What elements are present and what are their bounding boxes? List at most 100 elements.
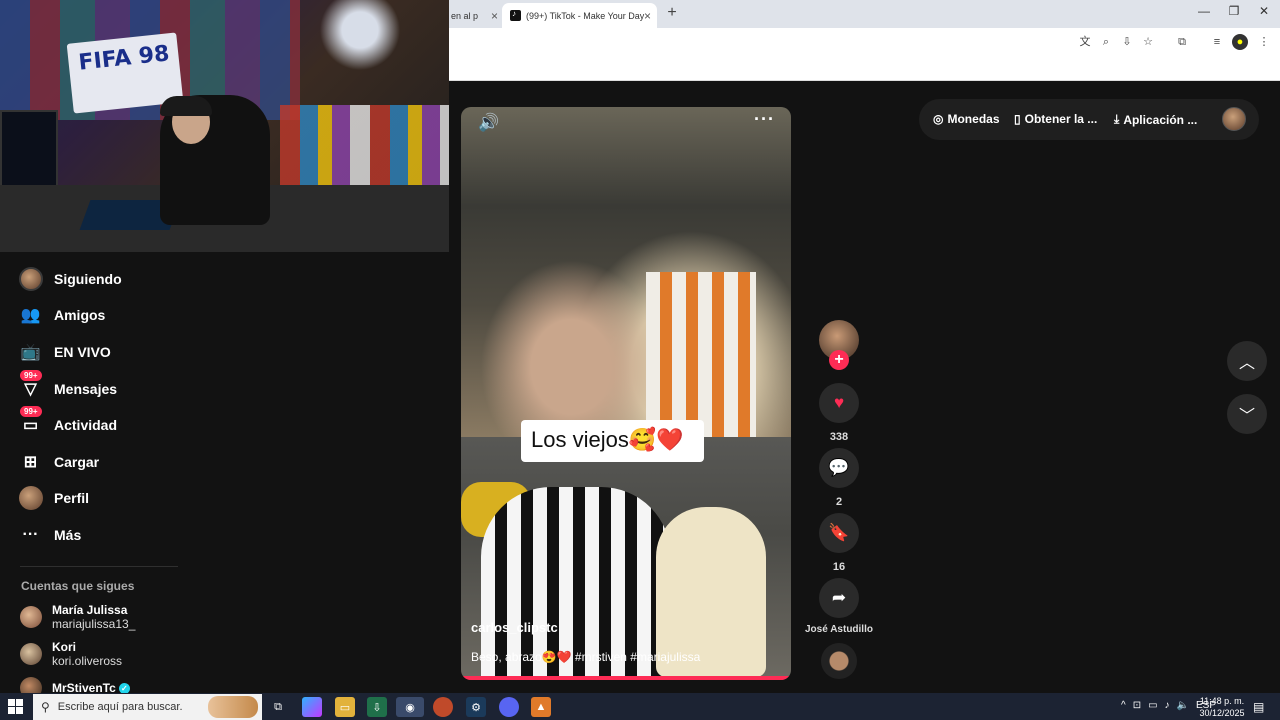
heart-icon[interactable]: ♥ bbox=[819, 383, 859, 423]
live-icon: 📺 bbox=[20, 344, 41, 361]
music-disc[interactable] bbox=[821, 643, 857, 679]
volume-icon[interactable]: 🔊 bbox=[478, 113, 499, 133]
sidebar-item-mas[interactable]: ··· Más bbox=[18, 520, 82, 550]
task-view-icon[interactable]: ⧉ bbox=[268, 697, 288, 717]
profile-icon[interactable]: ● bbox=[1232, 34, 1248, 50]
volume-icon[interactable]: 🔈 bbox=[1177, 700, 1189, 711]
account-name: María Julissa bbox=[52, 603, 128, 617]
monitor bbox=[0, 110, 58, 190]
taskbar-clock[interactable]: 11:48 p. m. 30/12/2025 bbox=[1196, 695, 1248, 719]
notifications-icon[interactable]: ▤ bbox=[1253, 700, 1264, 714]
zoom-icon[interactable]: ⌕ bbox=[1098, 34, 1114, 50]
like-action[interactable]: ♥ 338 bbox=[819, 383, 859, 443]
app-icon-orange[interactable]: ▲ bbox=[531, 697, 551, 717]
discord-icon[interactable] bbox=[499, 697, 519, 717]
sound-author[interactable]: José Astudillo bbox=[795, 624, 883, 635]
account-handle: mariajulissa13_ bbox=[52, 617, 136, 631]
sidebar-divider bbox=[20, 566, 178, 567]
comment-action[interactable]: 💬 2 bbox=[819, 448, 859, 508]
coin-icon: ◎ bbox=[933, 112, 944, 126]
browser-tab-bar: en al p × (99+) TikTok - Make Your Day ×… bbox=[449, 0, 1280, 28]
windows-start-icon[interactable] bbox=[8, 699, 24, 715]
tab-tiktok[interactable]: (99+) TikTok - Make Your Day × bbox=[502, 3, 657, 28]
chevron-up-icon[interactable]: ^ bbox=[1121, 700, 1126, 711]
save-action[interactable]: 🔖 16 bbox=[819, 513, 859, 573]
sidebar-item-label: Perfil bbox=[54, 490, 90, 506]
chrome-icon[interactable]: ◉ bbox=[396, 697, 424, 717]
search-placeholder: Escribe aquí para buscar. bbox=[57, 701, 183, 713]
followed-account[interactable]: Kori kori.oliveross bbox=[20, 640, 122, 668]
striped-jersey bbox=[481, 487, 671, 677]
extensions-icon[interactable]: ⧉ bbox=[1174, 34, 1190, 50]
tab-previous[interactable]: en al p × bbox=[449, 3, 504, 28]
chevron-up-icon: ︿ bbox=[1238, 355, 1255, 372]
get-app-button[interactable]: ▯ Obtener la ... bbox=[1014, 112, 1097, 126]
video-author[interactable]: carlos_clipstc bbox=[471, 620, 558, 635]
mic-icon[interactable]: ♪ bbox=[1165, 700, 1170, 711]
top-right-bar: ◎ Monedas ▯ Obtener la ... ⤓ Aplicación … bbox=[919, 99, 1259, 140]
user-avatar[interactable] bbox=[1222, 107, 1246, 131]
media-icon[interactable]: ≡ bbox=[1209, 34, 1225, 50]
video-player[interactable]: 🔊 ··· Los viejos🥰❤️ carlos_clipstc Beso,… bbox=[461, 107, 791, 680]
coins-button[interactable]: ◎ Monedas bbox=[933, 112, 1000, 126]
sidebar-item-perfil[interactable]: Perfil bbox=[18, 483, 89, 513]
previous-video-button[interactable]: ︿ bbox=[1227, 341, 1267, 381]
brave-icon[interactable] bbox=[433, 697, 453, 717]
steam-icon[interactable]: ⚙ bbox=[466, 697, 486, 717]
get-app-label: Obtener la ... bbox=[1024, 112, 1098, 126]
clock-time: 11:48 p. m. bbox=[1199, 696, 1245, 706]
notification-badge: 99+ bbox=[20, 369, 42, 381]
friends-icon: 👥 bbox=[20, 307, 41, 324]
sidebar-item-label: Siguiendo bbox=[54, 271, 122, 287]
download-app-button[interactable]: ⤓ Aplicación ... bbox=[1114, 112, 1197, 127]
clock-date: 30/12/2025 bbox=[1199, 708, 1245, 718]
copilot-icon[interactable] bbox=[302, 697, 322, 717]
app-icon[interactable]: ⇩ bbox=[367, 697, 387, 717]
maximize-button[interactable]: ❐ bbox=[1224, 4, 1244, 18]
sidebar-item-mensajes[interactable]: ▽ 99+ Mensajes bbox=[18, 369, 117, 404]
minimize-button[interactable]: — bbox=[1194, 4, 1214, 18]
windows-taskbar: ⚲ Escribe aquí para buscar. ⧉ ▭ ⇩ ◉ ⚙ ▲ … bbox=[0, 693, 1280, 720]
share-action[interactable]: ➦ bbox=[819, 578, 859, 618]
taskbar-search[interactable]: ⚲ Escribe aquí para buscar. bbox=[33, 694, 262, 720]
install-icon[interactable]: ⇩ bbox=[1119, 34, 1135, 50]
sidebar-item-cargar[interactable]: ⊞ Cargar bbox=[18, 447, 99, 477]
activity-icon: ▭ 99+ bbox=[18, 405, 43, 438]
phone-icon: ▯ bbox=[1014, 112, 1021, 126]
sidebar-item-label: EN VIVO bbox=[54, 344, 111, 360]
comment-icon[interactable]: 💬 bbox=[819, 448, 859, 488]
menu-dots-icon[interactable]: ⋮ bbox=[1256, 34, 1272, 50]
sidebar-item-label: Cargar bbox=[54, 454, 100, 470]
followed-account[interactable]: María Julissa mariajulissa13_ bbox=[20, 603, 135, 631]
avatar bbox=[20, 606, 42, 628]
tray-app-icon[interactable]: ⊡ bbox=[1133, 700, 1141, 711]
follow-plus-icon[interactable]: + bbox=[829, 350, 849, 370]
sidebar-item-siguiendo[interactable]: Siguiendo bbox=[18, 264, 122, 294]
more-icon: ··· bbox=[22, 526, 39, 543]
video-progress-bar[interactable] bbox=[461, 676, 791, 680]
coins-label: Monedas bbox=[947, 112, 1000, 126]
messages-icon: ▽ 99+ bbox=[18, 369, 43, 402]
new-tab-button[interactable]: + bbox=[663, 4, 681, 22]
network-icon[interactable]: ▭ bbox=[1148, 700, 1157, 711]
file-explorer-icon[interactable]: ▭ bbox=[335, 697, 355, 717]
sidebar-item-actividad[interactable]: ▭ 99+ Actividad bbox=[18, 405, 117, 440]
close-icon[interactable]: × bbox=[644, 9, 651, 23]
bookmark-icon[interactable]: 🔖 bbox=[819, 513, 859, 553]
sidebar-item-label: Más bbox=[54, 527, 82, 543]
search-highlight-image bbox=[208, 696, 258, 718]
next-video-button[interactable]: ﹀ bbox=[1227, 394, 1267, 434]
close-icon[interactable]: × bbox=[491, 9, 498, 23]
chevron-down-icon: ﹀ bbox=[1238, 408, 1255, 425]
caption-sticker: Los viejos🥰❤️ bbox=[521, 420, 704, 462]
download-icon: ⤓ bbox=[1114, 112, 1120, 126]
sidebar-item-en-vivo[interactable]: 📺 EN VIVO bbox=[18, 337, 111, 367]
close-window-button[interactable]: ✕ bbox=[1254, 4, 1274, 18]
more-options-icon[interactable]: ··· bbox=[754, 109, 775, 130]
sidebar-item-amigos[interactable]: 👥 Amigos bbox=[18, 300, 106, 330]
translate-icon[interactable]: 文 bbox=[1077, 34, 1093, 50]
share-icon[interactable]: ➦ bbox=[819, 578, 859, 618]
bookmark-star-icon[interactable]: ☆ bbox=[1140, 34, 1156, 50]
account-handle: kori.oliveross bbox=[52, 654, 123, 668]
webcam-overlay: FIFA 98 bbox=[0, 0, 449, 252]
